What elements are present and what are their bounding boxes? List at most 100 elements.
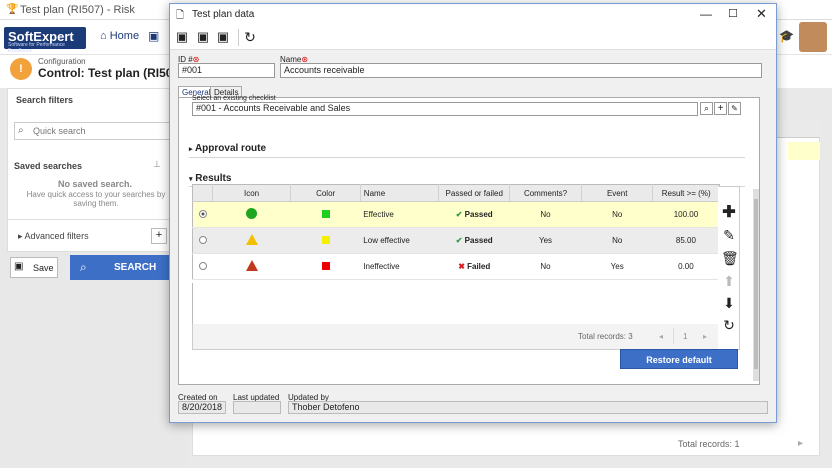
row-radio[interactable] — [192, 227, 213, 254]
row-passed: ✔ Passed — [438, 227, 510, 254]
results-table: Icon Color Name Passed or failed Comment… — [192, 184, 720, 280]
next-page-icon[interactable]: ▸ — [703, 332, 707, 341]
document-icon: 🗋 — [176, 10, 185, 21]
page-title: Control: Test plan (RI507) — [38, 66, 184, 80]
col-color[interactable]: Color — [290, 184, 361, 202]
no-saved-text: No saved search. — [58, 179, 133, 189]
save-close-icon[interactable]: ▣ — [195, 29, 211, 45]
save-icon: ▣ — [14, 261, 24, 272]
col-name[interactable]: Name — [360, 184, 440, 202]
home-icon: ⌂ — [100, 30, 107, 42]
save-icon[interactable]: ▣ — [148, 29, 159, 43]
row-passed: ✔ Passed — [438, 201, 510, 228]
row-result: 85.00 — [652, 227, 720, 254]
row-event: No — [581, 227, 653, 254]
bg-total-records: Total records: 1 — [678, 439, 740, 449]
divider — [189, 157, 745, 158]
table-row[interactable]: Low effective ✔ Passed Yes No 85.00 — [192, 227, 720, 254]
row-radio[interactable] — [192, 253, 213, 280]
table-row[interactable]: Ineffective ✖ Failed No Yes 0.00 — [192, 253, 720, 280]
col-result[interactable]: Result >= (%) — [652, 184, 720, 202]
row-name: Effective — [360, 201, 439, 228]
no-saved-hint: Have quick access to your searches by sa… — [26, 190, 166, 208]
breadcrumb: Configuration — [38, 57, 86, 66]
test-plan-dialog: 🗋 Test plan data — ☐ ✕ ▣ ▣ ▣ ↻ ID #⊛ #00… — [169, 3, 777, 423]
id-field[interactable]: #001 — [178, 63, 275, 78]
trash-icon[interactable]: 🗑 — [721, 250, 739, 266]
add-icon[interactable]: ✚ — [721, 205, 737, 221]
move-down-icon[interactable]: ⬇ — [721, 295, 737, 311]
bg-window-title: Test plan (RI507) - Risk — [20, 4, 135, 16]
row-event: Yes — [581, 253, 653, 280]
home-link[interactable]: ⌂ Home — [100, 30, 139, 42]
toolbar-divider — [238, 29, 239, 46]
col-event[interactable]: Event — [581, 184, 654, 202]
next-page-icon[interactable]: ▸ — [798, 438, 803, 449]
checklist-label: Select an existing checklist — [192, 95, 276, 102]
dialog-toolbar: ▣ ▣ ▣ ↻ — [170, 26, 776, 50]
quick-search-input[interactable]: Quick search — [14, 122, 174, 140]
results-section[interactable]: ▾ Results — [189, 173, 231, 184]
table-empty-area — [192, 283, 720, 324]
dialog-titlebar: 🗋 Test plan data — ☐ ✕ — [170, 4, 776, 26]
color-swatch — [290, 201, 361, 228]
restore-default-button[interactable]: Restore default — [620, 349, 738, 369]
updated-by-field: Thober Detofeno — [288, 401, 768, 414]
save-icon[interactable]: ▣ — [174, 29, 190, 45]
search-icon[interactable]: ⌕ — [700, 102, 713, 115]
add-filter-button[interactable]: + — [151, 228, 167, 244]
row-actions: ✚ ✎ 🗑 ⬆ ⬇ ↻ — [718, 186, 740, 350]
row-passed: ✖ Failed — [438, 253, 510, 280]
save-new-icon[interactable]: ▣ — [215, 29, 231, 45]
add-icon[interactable]: + — [714, 102, 727, 115]
check-icon: ✔ — [455, 236, 463, 245]
edit-icon[interactable]: ✎ — [721, 227, 737, 243]
trophy-icon: 🏆 — [6, 4, 19, 15]
row-comments: No — [509, 253, 582, 280]
row-comments: No — [509, 201, 582, 228]
check-icon: ✔ — [455, 210, 463, 219]
row-result: 0.00 — [652, 253, 720, 280]
color-swatch — [290, 253, 361, 280]
divider — [673, 328, 674, 344]
close-button[interactable]: ✕ — [756, 6, 767, 22]
advanced-filters-toggle[interactable]: ▸ Advanced filters — [18, 231, 89, 242]
bg-selected-row[interactable] — [788, 142, 820, 160]
dialog-title: Test plan data — [192, 9, 255, 20]
table-header: Icon Color Name Passed or failed Comment… — [192, 184, 720, 202]
divider — [8, 219, 171, 220]
table-row[interactable]: Effective ✔ Passed No No 100.00 — [192, 201, 720, 228]
refresh-icon[interactable]: ↻ — [242, 29, 258, 45]
yellow-triangle-icon — [212, 227, 291, 254]
move-up-icon[interactable]: ⬆ — [721, 273, 737, 289]
col-comments[interactable]: Comments? — [509, 184, 583, 202]
name-field[interactable]: Accounts receivable — [280, 63, 762, 78]
table-footer: Total records: 3 ◂ 1 ▸ — [192, 324, 720, 350]
prev-page-icon[interactable]: ◂ — [659, 332, 663, 341]
row-comments: Yes — [509, 227, 582, 254]
warning-icon: ! — [10, 58, 32, 80]
scrollbar[interactable] — [753, 189, 759, 381]
col-passed[interactable]: Passed or failed — [438, 184, 510, 202]
row-radio[interactable] — [192, 201, 213, 228]
last-updated-field — [233, 401, 281, 414]
created-on-field: 8/20/2018 — [178, 401, 226, 414]
maximize-button[interactable]: ☐ — [728, 7, 738, 20]
minimize-button[interactable]: — — [700, 7, 712, 21]
broom-icon[interactable]: ⊥ — [153, 159, 161, 170]
col-icon[interactable]: Icon — [212, 184, 292, 202]
graduation-cap-icon[interactable]: 🎓 — [779, 29, 794, 43]
row-result: 100.00 — [652, 201, 720, 228]
green-circle-icon — [212, 201, 291, 228]
avatar[interactable] — [799, 22, 827, 52]
clear-icon[interactable]: ✎ — [728, 102, 741, 115]
row-event: No — [581, 201, 653, 228]
search-icon: ⌕ — [80, 260, 87, 274]
cross-icon: ✖ — [458, 262, 465, 271]
reset-icon[interactable]: ↻ — [721, 317, 737, 333]
checklist-field[interactable]: #001 - Accounts Receivable and Sales — [192, 102, 698, 116]
row-name: Ineffective — [360, 253, 439, 280]
color-swatch — [290, 227, 361, 254]
approval-route-section[interactable]: ▸ Approval route — [189, 143, 266, 154]
saved-searches-label: Saved searches — [14, 161, 83, 171]
